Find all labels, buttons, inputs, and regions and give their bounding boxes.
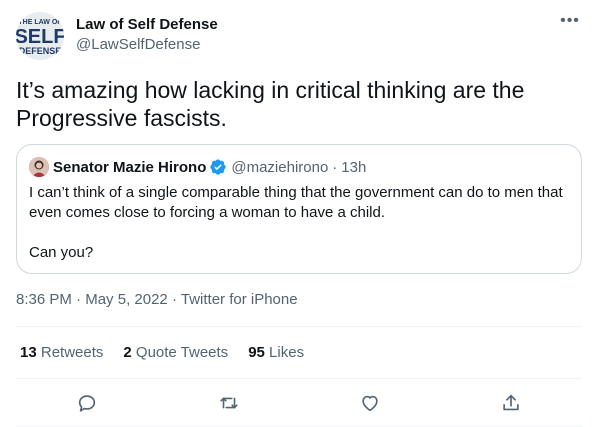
divider [16, 378, 582, 379]
quoted-tweet-text: I can’t think of a single comparable thi… [29, 183, 575, 263]
divider [16, 326, 582, 327]
likes-stat[interactable]: 95 Likes [248, 343, 304, 363]
tweet-stats: 13 Retweets 2 Quote Tweets 95 Likes [20, 343, 324, 363]
retweets-stat[interactable]: 13 Retweets [20, 343, 103, 363]
quote-tweets-count: 2 [123, 344, 132, 361]
author-name[interactable]: Law of Self Defense [76, 15, 218, 35]
tweet-source[interactable]: Twitter for iPhone [181, 291, 298, 308]
author-block: Law of Self Defense @LawSelfDefense [76, 15, 218, 55]
avatar-logo: THE LAW OF SELF DEFENSE [16, 12, 64, 60]
quoted-tweet[interactable]: Senator Mazie Hirono @maziehirono · 13h … [16, 144, 582, 274]
tweet-metadata: 8:36 PM · May 5, 2022 · Twitter for iPho… [16, 290, 298, 310]
meta-separator: · [171, 291, 177, 308]
tweet-time[interactable]: 8:36 PM [16, 291, 72, 308]
retweets-count: 13 [20, 344, 37, 361]
tweet-text-line-2: Progressive fascists. [16, 105, 227, 131]
quoted-author-handle: @maziehirono [231, 158, 329, 176]
author-handle[interactable]: @LawSelfDefense [76, 35, 218, 55]
likes-count: 95 [248, 344, 265, 361]
author-avatar[interactable]: THE LAW OF SELF DEFENSE [16, 12, 64, 60]
quoted-author-avatar [29, 157, 49, 177]
tweet-date[interactable]: May 5, 2022 [85, 291, 168, 308]
like-icon[interactable] [357, 390, 383, 416]
avatar-logo-main: SELF [16, 26, 64, 48]
quoted-paragraph-1: I can’t think of a single comparable thi… [29, 184, 563, 221]
share-icon[interactable] [498, 390, 524, 416]
retweets-label: Retweets [40, 344, 104, 361]
tweet-header: THE LAW OF SELF DEFENSE Law of Self Defe… [16, 12, 582, 60]
tweet-detail: THE LAW OF SELF DEFENSE Law of Self Defe… [0, 0, 598, 427]
quoted-time: 13h [341, 158, 367, 176]
reply-icon[interactable] [74, 390, 100, 416]
verified-badge-icon [210, 159, 227, 175]
tweet-text: It’s amazing how lacking in critical thi… [16, 76, 576, 132]
quoted-paragraph-2: Can you? [29, 244, 94, 261]
quote-tweets-stat[interactable]: 2 Quote Tweets [123, 343, 228, 363]
avatar-logo-bottom: DEFENSE [19, 46, 62, 56]
quote-tweets-label: Quote Tweets [135, 344, 229, 361]
retweet-icon[interactable] [216, 390, 242, 416]
tweet-actions [16, 386, 582, 420]
tweet-text-line-1: It’s amazing how lacking in critical thi… [16, 77, 525, 103]
quoted-separator: · [332, 158, 338, 176]
more-options-icon[interactable]: ••• [558, 13, 582, 34]
avatar-logo-top: THE LAW OF [18, 19, 62, 26]
meta-separator: · [76, 291, 82, 308]
quoted-author-name: Senator Mazie Hirono [53, 158, 207, 176]
quoted-tweet-header: Senator Mazie Hirono @maziehirono · 13h [29, 157, 366, 177]
likes-label: Likes [269, 344, 305, 361]
